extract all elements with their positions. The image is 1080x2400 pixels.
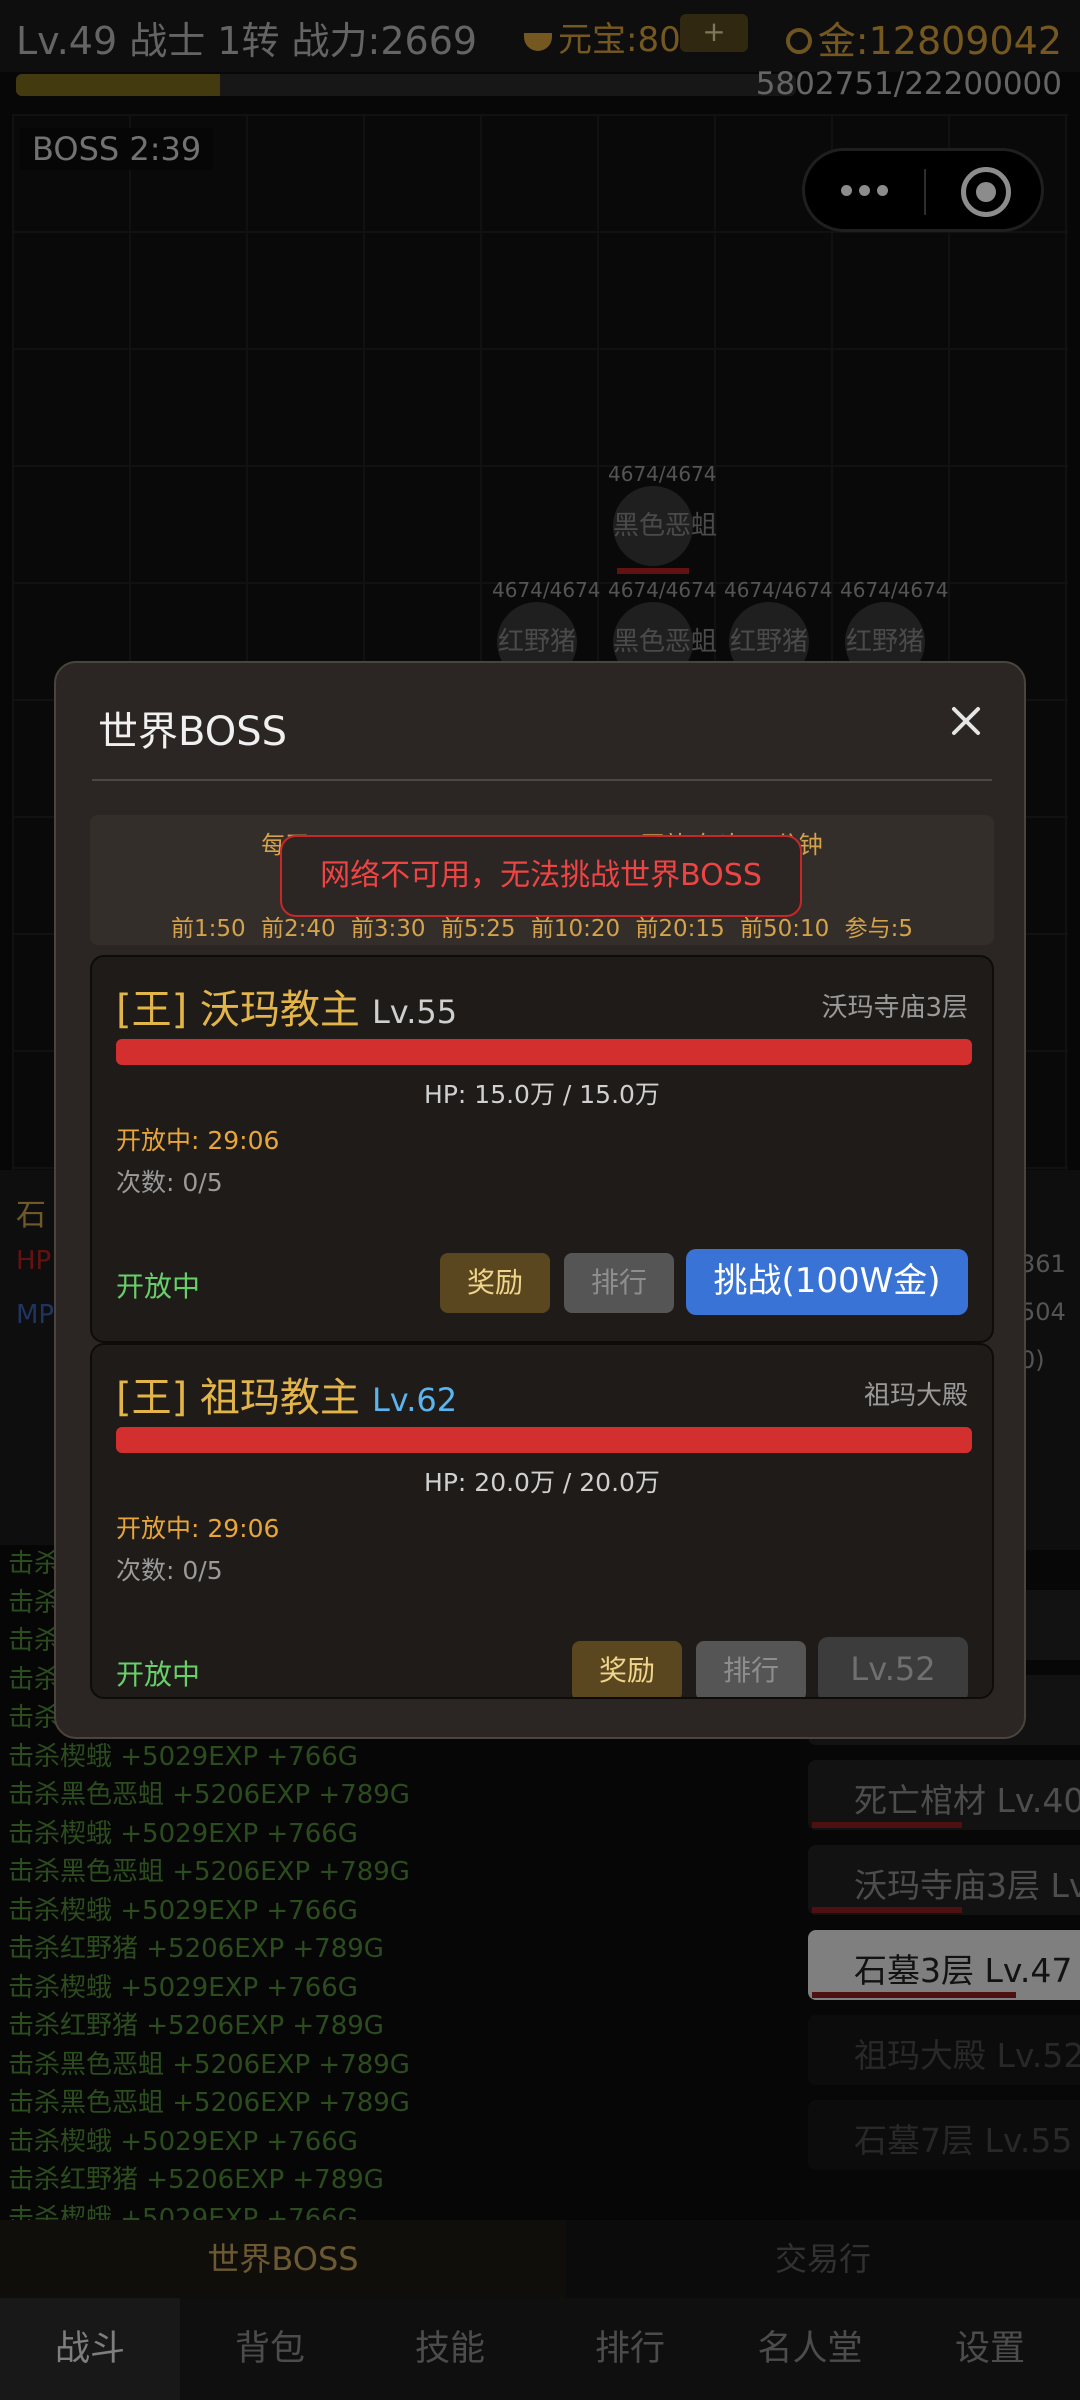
boss-card: [王] 沃玛教主 Lv.55 沃玛寺庙3层 HP: 15.0万 / 15.0万开放中:… <box>90 955 994 1343</box>
close-icon[interactable] <box>950 705 982 737</box>
boss-name-row: [王] 沃玛教主 Lv.55 <box>116 977 457 1035</box>
boss-attempts: 次数: 0/5 <box>116 1556 223 1585</box>
boss-level: Lv.62 <box>371 1381 458 1419</box>
rank-button[interactable]: 排行 <box>564 1253 674 1313</box>
boss-name: [王] 沃玛教主 <box>116 987 360 1033</box>
reward-button[interactable]: 奖励 <box>440 1253 550 1313</box>
challenge-button[interactable]: 挑战(100W金) <box>686 1249 968 1315</box>
reward-button[interactable]: 奖励 <box>572 1641 682 1697</box>
rank-button[interactable]: 排行 <box>696 1641 806 1697</box>
boss-card: [王] 祖玛教主 Lv.62 祖玛大殿 HP: 20.0万 / 20.0万开放中: 2… <box>90 1343 994 1699</box>
boss-level: Lv.55 <box>371 993 458 1031</box>
boss-location: 祖玛大殿 <box>863 1381 968 1411</box>
boss-status: 开放中 <box>116 1270 201 1303</box>
boss-hp-text: HP: 15.0万 / 15.0万 <box>424 1080 660 1109</box>
boss-hp-bar <box>116 1039 972 1065</box>
network-error-toast: 网络不可用，无法挑战世界BOSS <box>280 835 802 917</box>
boss-name-row: [王] 祖玛教主 Lv.62 <box>116 1365 457 1423</box>
boss-status: 开放中 <box>116 1658 201 1691</box>
boss-hp-text: HP: 20.0万 / 20.0万 <box>424 1468 660 1497</box>
boss-open-time: 开放中: 29:06 <box>116 1514 280 1543</box>
dialog-divider <box>92 779 992 781</box>
game-screen: Lv.49 战士 1转 战力:2669 元宝:80 + 金:12809042 5… <box>0 0 1080 2400</box>
world-boss-dialog: 世界BOSS 每天 0:00 / 8:00 / 12:00 / 20:00 开放… <box>54 661 1026 1739</box>
dialog-title: 世界BOSS <box>98 709 288 755</box>
level-locked-button[interactable]: Lv.52 <box>818 1637 968 1697</box>
boss-name: [王] 祖玛教主 <box>116 1375 360 1421</box>
boss-attempts: 次数: 0/5 <box>116 1168 223 1197</box>
boss-location: 沃玛寺庙3层 <box>821 993 968 1023</box>
boss-open-time: 开放中: 29:06 <box>116 1126 280 1155</box>
boss-hp-bar <box>116 1427 972 1453</box>
